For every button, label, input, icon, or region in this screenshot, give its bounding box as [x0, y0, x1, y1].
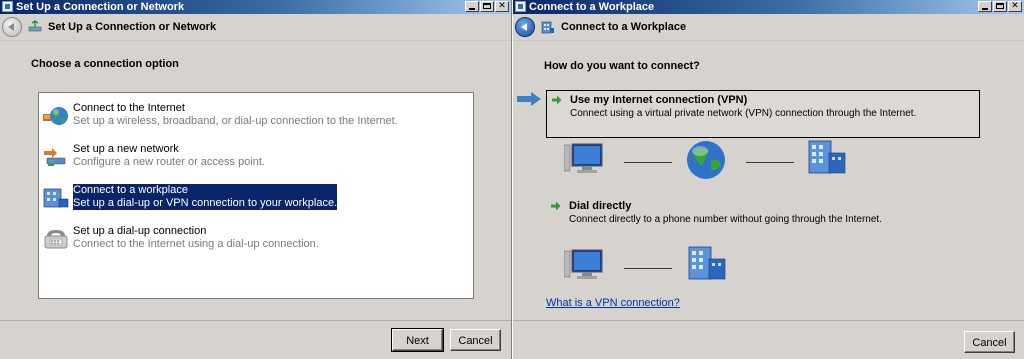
- setup-connection-window: Set Up a Connection or Network ✕ Set Up …: [0, 0, 512, 359]
- wizard-footer: Next Cancel: [0, 320, 511, 359]
- option-description: Set up a dial-up or VPN connection to yo…: [73, 197, 338, 210]
- network-setup-icon: [28, 20, 42, 32]
- option-title: Connect to the Internet: [73, 102, 185, 114]
- connection-line: [624, 162, 672, 163]
- wizard-title: Connect to a Workplace: [561, 21, 687, 33]
- connection-options-list: Connect to the Internet Set up a wireles…: [38, 92, 474, 299]
- window-app-icon: [515, 1, 526, 12]
- green-arrow-icon: [551, 201, 561, 211]
- option-description: Connect using a virtual private network …: [570, 108, 917, 119]
- option-title: Set up a dial-up connection: [73, 225, 207, 237]
- router-icon: [44, 148, 66, 166]
- connect-workplace-window: Connect to a Workplace ✕ Connect to a Wo…: [512, 0, 1024, 359]
- option-description: Set up a wireless, broadband, or dial-up…: [73, 115, 398, 127]
- maximize-button[interactable]: [480, 1, 494, 12]
- close-button[interactable]: ✕: [495, 1, 509, 12]
- globe-icon: [687, 141, 725, 179]
- option-title: Use my Internet connection (VPN): [570, 94, 748, 106]
- wizard-footer: Cancel: [513, 320, 1024, 359]
- close-button[interactable]: ✕: [1008, 1, 1022, 12]
- option-description: Connect to the Internet using a dial-up …: [73, 238, 319, 250]
- office-building-icon: [808, 140, 846, 174]
- option-description: Connect directly to a phone number witho…: [569, 214, 882, 225]
- maximize-button[interactable]: [993, 1, 1007, 12]
- option-new-network[interactable]: Set up a new network Configure a new rou…: [43, 143, 463, 173]
- minimize-button[interactable]: [978, 1, 992, 12]
- back-arrow-icon[interactable]: [515, 17, 535, 37]
- next-button[interactable]: Next: [391, 328, 444, 352]
- workplace-icon: [43, 188, 69, 208]
- page-heading: How do you want to connect?: [544, 60, 700, 72]
- vpn-help-link[interactable]: What is a VPN connection?: [546, 297, 680, 309]
- option-connect-internet[interactable]: Connect to the Internet Set up a wireles…: [43, 102, 463, 132]
- option-title: Connect to a workplace: [73, 184, 338, 197]
- option-title: Dial directly: [569, 200, 632, 212]
- minimize-button[interactable]: [465, 1, 479, 12]
- window-app-icon: [2, 1, 13, 12]
- option-dial-directly[interactable]: Dial directly Connect directly to a phon…: [546, 197, 980, 237]
- window-title: Set Up a Connection or Network: [16, 1, 185, 13]
- pointer-arrow-icon: [517, 92, 541, 106]
- green-arrow-icon: [552, 95, 562, 105]
- office-building-icon: [688, 246, 726, 280]
- connection-line: [624, 268, 672, 269]
- back-arrow-icon[interactable]: [2, 17, 22, 37]
- wizard-content: How do you want to connect? Use my Inter…: [513, 40, 1024, 321]
- phone-modem-icon: [44, 230, 68, 249]
- option-connect-workplace[interactable]: Connect to a workplace Set up a dial-up …: [43, 184, 463, 214]
- wizard-header: Set Up a Connection or Network: [0, 14, 511, 40]
- cancel-button[interactable]: Cancel: [964, 331, 1015, 353]
- wizard-content: Choose a connection option Connect to th…: [0, 40, 511, 321]
- connection-line: [746, 162, 794, 163]
- globe-network-icon: [43, 107, 68, 125]
- computer-icon: [564, 249, 603, 279]
- title-bar[interactable]: Set Up a Connection or Network ✕: [0, 0, 511, 14]
- workplace-icon: [541, 21, 554, 34]
- title-bar[interactable]: Connect to a Workplace ✕: [513, 0, 1024, 14]
- page-heading: Choose a connection option: [31, 58, 179, 70]
- cancel-button[interactable]: Cancel: [450, 329, 501, 351]
- computer-icon: [564, 143, 603, 173]
- option-dial-up[interactable]: Set up a dial-up connection Connect to t…: [43, 225, 463, 255]
- option-use-vpn[interactable]: Use my Internet connection (VPN) Connect…: [546, 90, 980, 138]
- window-title: Connect to a Workplace: [529, 1, 655, 13]
- wizard-title: Set Up a Connection or Network: [48, 21, 217, 33]
- option-description: Configure a new router or access point.: [73, 156, 265, 168]
- wizard-header: Connect to a Workplace: [513, 14, 1024, 40]
- option-title: Set up a new network: [73, 143, 179, 155]
